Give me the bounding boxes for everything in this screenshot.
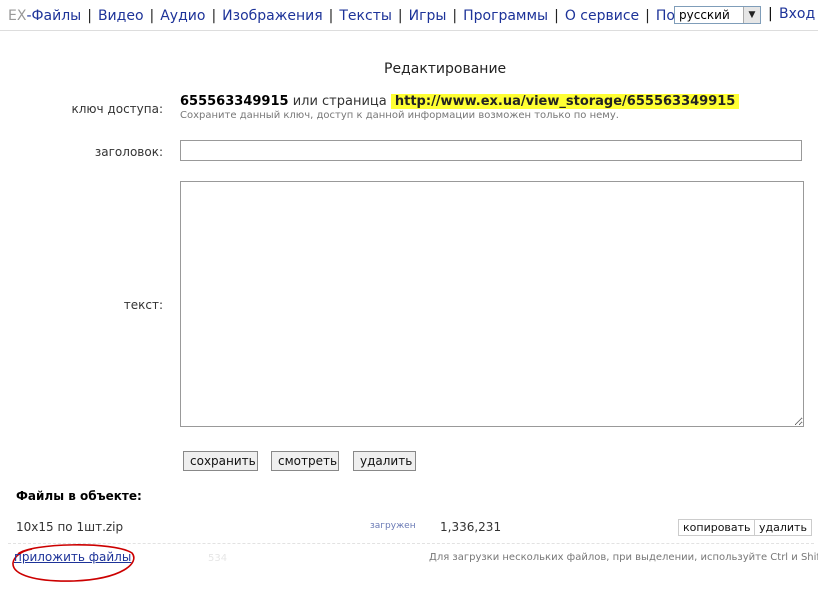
page-title: Редактирование bbox=[384, 61, 507, 77]
nav-item-files[interactable]: -Файлы bbox=[26, 8, 81, 24]
nav-item-programs[interactable]: Программы bbox=[463, 8, 548, 24]
nav-item-audio[interactable]: Аудио bbox=[160, 8, 205, 24]
nav-separator: | bbox=[211, 8, 217, 24]
view-button[interactable]: смотреть bbox=[271, 451, 339, 471]
nav-item-video[interactable]: Видео bbox=[98, 8, 144, 24]
access-key-value: 655563349915 bbox=[180, 94, 289, 109]
language-select[interactable]: русский ▼ bbox=[674, 6, 761, 24]
nav-item-texts[interactable]: Тексты bbox=[339, 8, 392, 24]
title-label: заголовок: bbox=[94, 145, 163, 159]
nav-separator: | bbox=[149, 8, 155, 24]
save-button[interactable]: сохранить bbox=[183, 451, 258, 471]
text-field[interactable] bbox=[180, 181, 804, 427]
faint-text: 534 bbox=[208, 553, 228, 564]
nav-separator: | bbox=[328, 8, 334, 24]
nav-menu: EX -Файлы | Видео | Аудио | Изображения … bbox=[8, 6, 700, 26]
delete-file-button[interactable]: удалить bbox=[754, 519, 812, 536]
files-section-header: Файлы в объекте: bbox=[16, 489, 142, 503]
nav-item-games[interactable]: Игры bbox=[409, 8, 447, 24]
nav-separator: | bbox=[397, 8, 403, 24]
access-key-hint: Сохраните данный ключ, доступ к данной и… bbox=[180, 110, 619, 121]
nav-item-about[interactable]: О сервисе bbox=[565, 8, 639, 24]
storage-url-link[interactable]: http://www.ex.ua/view_storage/6555633499… bbox=[390, 94, 740, 109]
file-size: 1,336,231 bbox=[440, 520, 502, 534]
access-key-line: 655563349915 или страница http://www.ex.… bbox=[180, 94, 740, 109]
copy-file-button[interactable]: копировать bbox=[678, 519, 756, 536]
title-field[interactable] bbox=[180, 140, 802, 161]
delete-button[interactable]: удалить bbox=[353, 451, 416, 471]
top-navigation: EX -Файлы | Видео | Аудио | Изображения … bbox=[0, 0, 818, 31]
chevron-down-icon[interactable]: ▼ bbox=[743, 7, 760, 23]
nav-separator: | bbox=[452, 8, 458, 24]
upload-hint: Для загрузки нескольких файлов, при выде… bbox=[429, 552, 818, 563]
file-status: загружен bbox=[370, 521, 416, 531]
nav-separator: | bbox=[87, 8, 92, 24]
or-page-text: или страница bbox=[292, 94, 387, 109]
nav-item-images[interactable]: Изображения bbox=[222, 8, 322, 24]
file-row: 10x15 по 1шт.zip загружен 1,336,231 копи… bbox=[8, 514, 814, 544]
nav-separator: | bbox=[645, 8, 650, 24]
file-name: 10x15 по 1шт.zip bbox=[16, 520, 124, 534]
site-logo[interactable]: EX bbox=[8, 8, 26, 24]
login-link[interactable]: Вход bbox=[779, 6, 815, 22]
nav-separator: | bbox=[554, 8, 559, 24]
text-label: текст: bbox=[123, 298, 163, 312]
language-value: русский bbox=[679, 8, 730, 22]
nav-separator: | bbox=[768, 6, 773, 22]
attach-files-link[interactable]: приложить файлы bbox=[14, 550, 131, 564]
access-key-label: ключ доступа: bbox=[71, 102, 164, 116]
attach-files-area: приложить файлы bbox=[10, 541, 136, 583]
